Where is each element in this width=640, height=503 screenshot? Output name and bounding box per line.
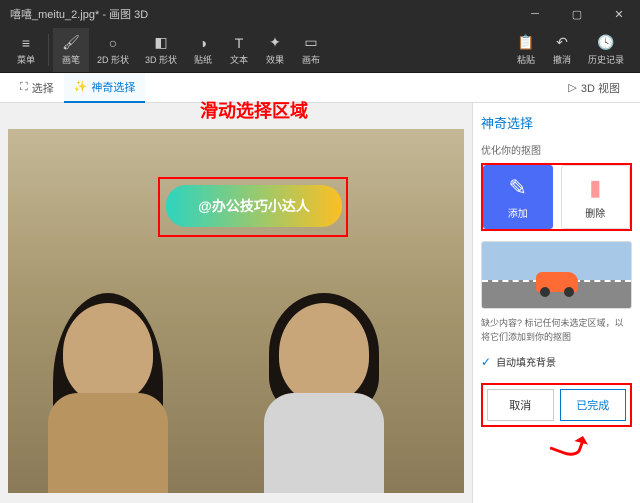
menu-button[interactable]: ≡ 菜单 — [8, 28, 44, 72]
canvas-label: 画布 — [302, 53, 320, 66]
remove-tool-card[interactable]: ▮ 删除 — [561, 165, 631, 229]
autofill-checkbox[interactable]: ✓ 自动填充背景 — [481, 354, 632, 369]
magic-select-tool[interactable]: ✨ 神奇选择 — [64, 73, 146, 103]
canvas-button[interactable]: ▭ 画布 — [293, 28, 329, 72]
maximize-button[interactable]: ▢ — [556, 0, 598, 28]
text-icon: T — [235, 35, 244, 51]
window-controls: ─ ▢ ✕ — [514, 0, 640, 28]
panel-subtitle: 优化你的抠图 — [481, 142, 632, 157]
cancel-label: 取消 — [509, 397, 531, 413]
circle-icon: ○ — [109, 35, 117, 51]
canvas-area: 滑动选择区域 @办公技巧小达人 — [0, 103, 472, 503]
history-label: 历史记录 — [588, 53, 624, 66]
shapes-2d-button[interactable]: ○ 2D 形状 — [89, 28, 137, 72]
sub-toolbar: ⛶ 选择 ✨ 神奇选择 ▷ 3D 视图 — [0, 73, 640, 103]
ribbon-toolbar: ≡ 菜单 🖌 画笔 ○ 2D 形状 ◧ 3D 形状 ◑ 贴纸 T 文本 ✦ 效果 — [0, 28, 640, 73]
checkmark-icon: ✓ — [481, 355, 491, 369]
photo-subject — [28, 293, 188, 493]
hamburger-icon: ≡ — [22, 35, 30, 51]
text-button[interactable]: T 文本 — [221, 28, 257, 72]
photo-subject — [244, 293, 404, 493]
tool-selector: ✎ 添加 ▮ 删除 — [481, 163, 632, 231]
clipboard-icon: 📋 — [517, 34, 534, 51]
brush-button[interactable]: 🖌 画笔 — [53, 28, 89, 72]
text-label: 文本 — [230, 53, 248, 66]
done-button[interactable]: 已完成 — [560, 389, 627, 421]
wand-icon: ✨ — [74, 80, 88, 93]
add-label: 添加 — [508, 205, 528, 220]
separator — [48, 34, 49, 66]
undo-button[interactable]: ↶ 撤消 — [544, 28, 580, 72]
history-button[interactable]: 🕓 历史记录 — [580, 28, 632, 72]
brush-icon: 🖌 — [62, 34, 80, 51]
stickers-button[interactable]: ◑ 贴纸 — [185, 28, 221, 72]
autofill-label: 自动填充背景 — [496, 354, 556, 369]
action-buttons: 取消 已完成 — [481, 383, 632, 427]
view-3d-toggle[interactable]: ▷ 3D 视图 — [558, 73, 630, 103]
remove-label: 删除 — [585, 205, 605, 220]
done-label: 已完成 — [576, 397, 609, 413]
sticker-label: 贴纸 — [194, 53, 212, 66]
play-icon: ▷ — [568, 81, 576, 94]
pencil-icon: ✎ — [509, 175, 527, 201]
brush-label: 画笔 — [62, 53, 80, 66]
canvas-icon: ▭ — [304, 34, 317, 51]
history-icon: 🕓 — [597, 34, 614, 51]
select-label: 选择 — [32, 80, 54, 96]
effects-icon: ✦ — [269, 34, 281, 51]
panel-title: 神奇选择 — [481, 113, 632, 132]
side-panel: 神奇选择 优化你的抠图 ✎ 添加 ▮ 删除 缺少内容? 标记任何未选定区域，以将… — [472, 103, 640, 503]
watermark-text: @办公技巧小达人 — [198, 196, 310, 216]
shape3d-label: 3D 形状 — [145, 53, 177, 66]
titlebar: 嘻嘻_meitu_2.jpg* - 画图 3D ─ ▢ ✕ — [0, 0, 640, 28]
menu-label: 菜单 — [17, 53, 35, 66]
select-tool[interactable]: ⛶ 选择 — [10, 73, 64, 103]
image-canvas[interactable]: @办公技巧小达人 — [8, 129, 464, 493]
crop-icon: ⛶ — [20, 81, 28, 94]
preview-illustration — [481, 241, 632, 309]
shapes-3d-button[interactable]: ◧ 3D 形状 — [137, 28, 185, 72]
paste-label: 粘贴 — [517, 53, 535, 66]
sticker-icon: ◑ — [199, 35, 207, 51]
window-title: 嘻嘻_meitu_2.jpg* - 画图 3D — [10, 6, 514, 22]
add-tool-card[interactable]: ✎ 添加 — [483, 165, 553, 229]
cube-icon: ◧ — [154, 34, 167, 51]
view3d-label: 3D 视图 — [581, 80, 620, 96]
car-icon — [536, 272, 578, 292]
undo-label: 撤消 — [553, 53, 571, 66]
effects-button[interactable]: ✦ 效果 — [257, 28, 293, 72]
content-area: 滑动选择区域 @办公技巧小达人 神奇选择 — [0, 103, 640, 503]
minimize-button[interactable]: ─ — [514, 0, 556, 28]
eraser-icon: ▮ — [589, 175, 601, 201]
undo-icon: ↶ — [556, 34, 568, 51]
close-button[interactable]: ✕ — [598, 0, 640, 28]
effect-label: 效果 — [266, 53, 284, 66]
shape2d-label: 2D 形状 — [97, 53, 129, 66]
watermark-badge: @办公技巧小达人 — [166, 185, 342, 227]
cancel-button[interactable]: 取消 — [487, 389, 554, 421]
paste-button[interactable]: 📋 粘贴 — [508, 28, 544, 72]
annotation-arrow-icon — [481, 431, 632, 461]
magic-label: 神奇选择 — [91, 79, 135, 95]
help-text: 缺少内容? 标记任何未选定区域，以将它们添加到你的抠图 — [481, 317, 632, 344]
annotation-overlay: 滑动选择区域 — [200, 97, 308, 123]
app-window: 嘻嘻_meitu_2.jpg* - 画图 3D ─ ▢ ✕ ≡ 菜单 🖌 画笔 … — [0, 0, 640, 500]
